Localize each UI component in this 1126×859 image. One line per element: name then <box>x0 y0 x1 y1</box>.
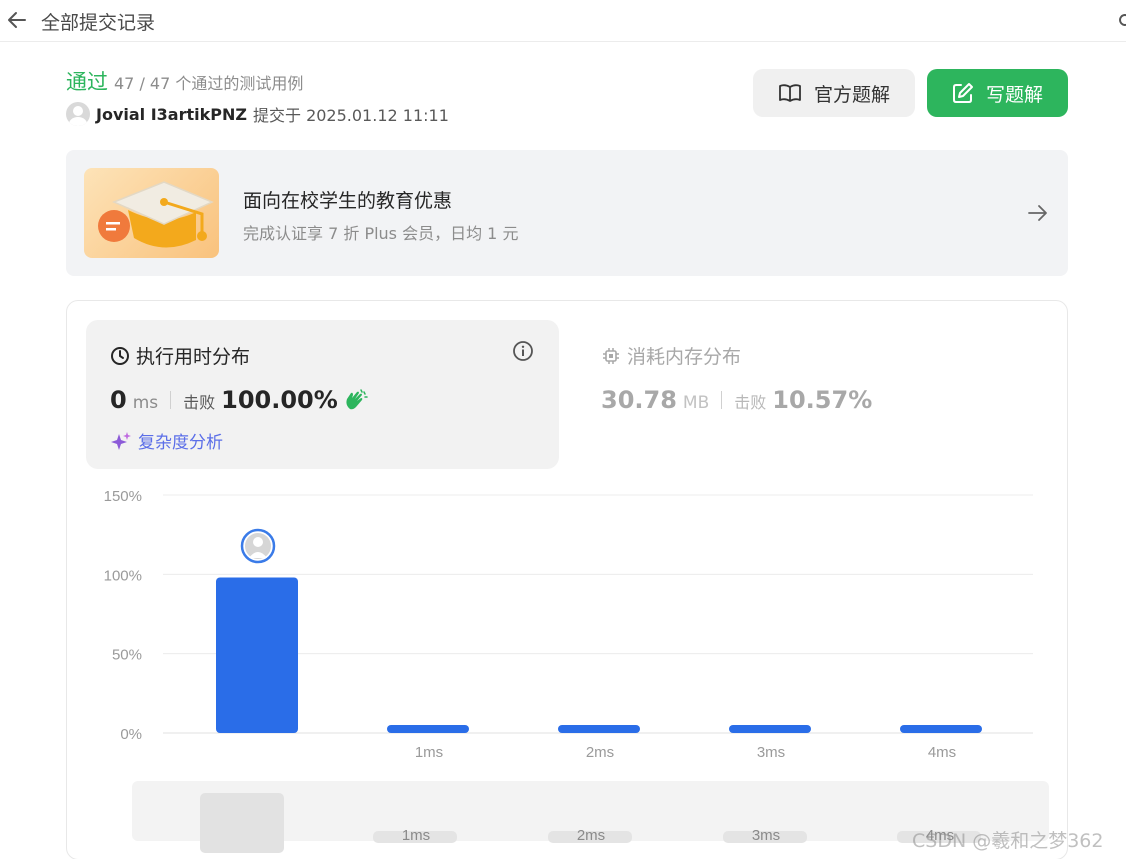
x-tick-label: 3ms <box>757 744 785 761</box>
chart-bar <box>900 725 982 733</box>
watermark-text: CSDN @羲和之梦362 <box>912 830 1104 852</box>
x-tick-label: 1ms <box>415 744 443 761</box>
avatar-head <box>253 537 263 547</box>
x-tick-label: 4ms <box>928 744 956 761</box>
runtime-distribution-chart[interactable]: 0%50%100%150%1ms 2ms 3ms 4ms1ms 2ms 3ms 4ms <box>0 0 1126 859</box>
y-tick-label: 50% <box>112 647 142 664</box>
x-tick-label: 2ms <box>586 744 614 761</box>
y-tick-label: 100% <box>104 567 142 584</box>
overview-tick-label: 1ms <box>402 827 430 844</box>
chart-bar <box>387 725 469 733</box>
chart-bar <box>729 725 811 733</box>
overview-tick-label: 2ms <box>577 827 605 844</box>
chart-bar <box>216 577 298 733</box>
y-tick-label: 0% <box>120 726 142 743</box>
overview-tick-label: 3ms <box>752 827 780 844</box>
chart-bar <box>558 725 640 733</box>
y-tick-label: 150% <box>104 488 142 505</box>
overview-selected-window <box>200 793 284 853</box>
